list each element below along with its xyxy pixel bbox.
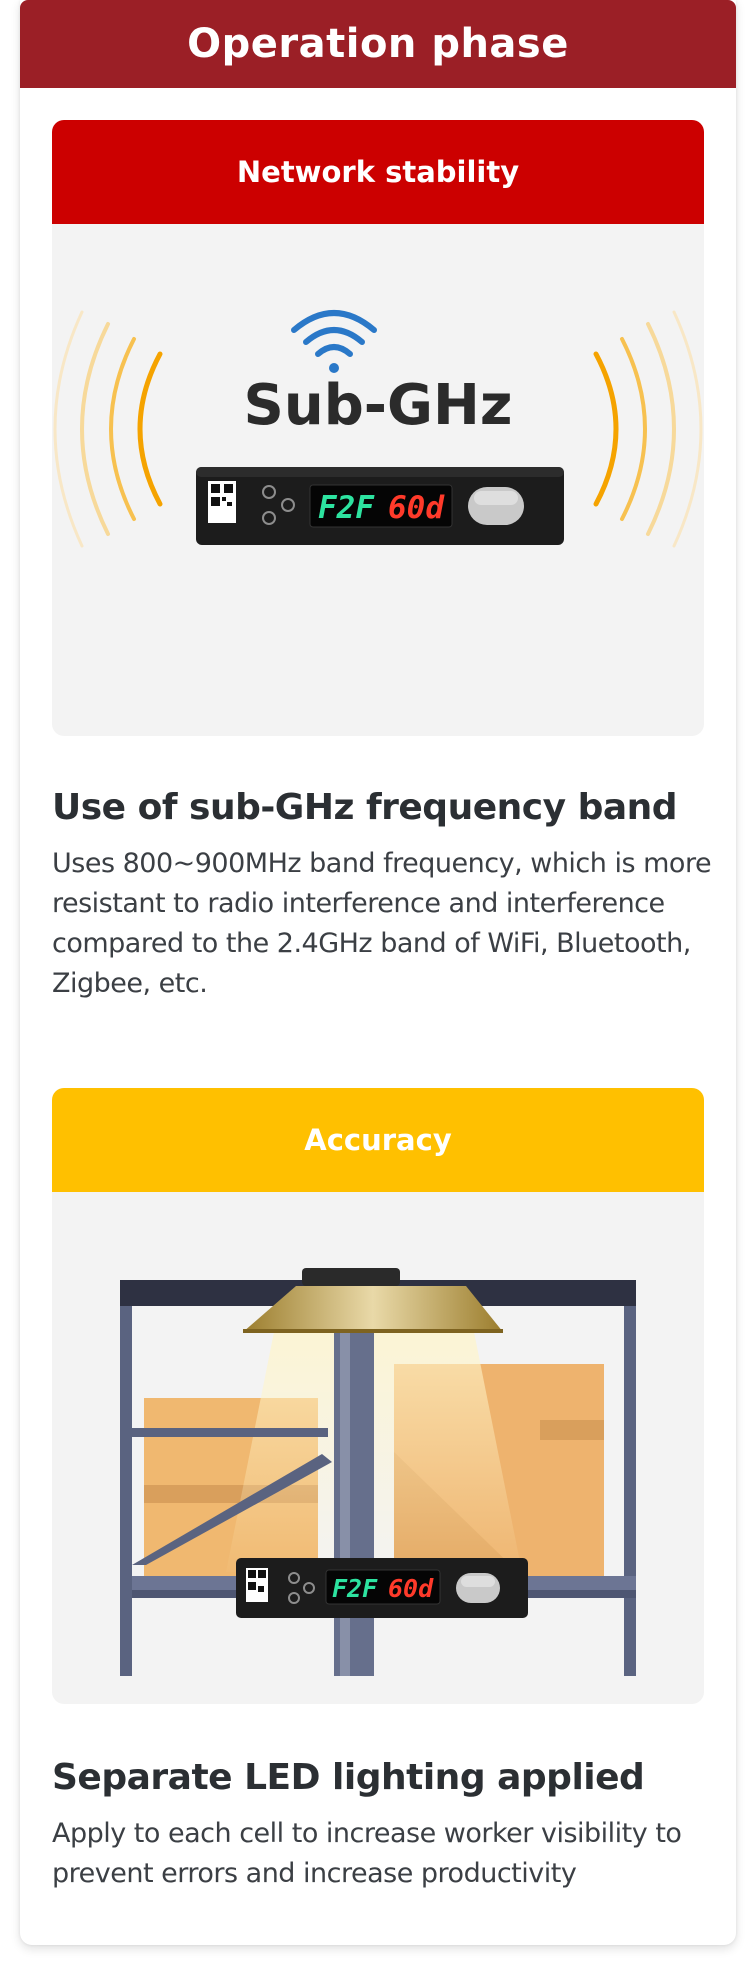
section-desc-subghz: Uses 800~900MHz band frequency, which is… xyxy=(52,848,712,999)
device-display-red: 60d xyxy=(388,1574,434,1603)
section-title-led: Separate LED lighting applied xyxy=(52,1757,645,1798)
device-display-red: 60d xyxy=(388,490,445,526)
pick-to-light-device: F2F 60d xyxy=(196,467,564,545)
section-desc-led: Apply to each cell to increase worker vi… xyxy=(52,1818,682,1889)
led-lamp xyxy=(243,1268,503,1333)
signal-waves-left xyxy=(53,310,163,548)
signal-waves-right xyxy=(593,310,703,548)
device-display-green: F2F xyxy=(332,1574,378,1603)
phase-title: Operation phase xyxy=(20,0,736,88)
warehouse-shelf-illustration: F2F 60d xyxy=(120,1268,636,1676)
pick-to-light-device: F2F 60d xyxy=(236,1558,528,1618)
sub-ghz-logo: Sub-GHz xyxy=(244,373,513,438)
network-stability-header: Network stability xyxy=(52,120,704,224)
accuracy-card: Accuracy F2F 60d xyxy=(52,1088,704,1704)
sub-ghz-illustration: Sub-GHz F2F 60d xyxy=(53,310,703,548)
accuracy-header: Accuracy xyxy=(52,1088,704,1192)
section-title-subghz: Use of sub-GHz frequency band xyxy=(52,787,678,828)
network-stability-card: Network stability Sub-GHz F2F 60d xyxy=(52,120,704,736)
operation-phase-panel: Operation phase Network stability Sub-GH… xyxy=(20,0,736,1945)
wifi-icon xyxy=(291,310,377,373)
device-display-green: F2F xyxy=(318,490,375,526)
